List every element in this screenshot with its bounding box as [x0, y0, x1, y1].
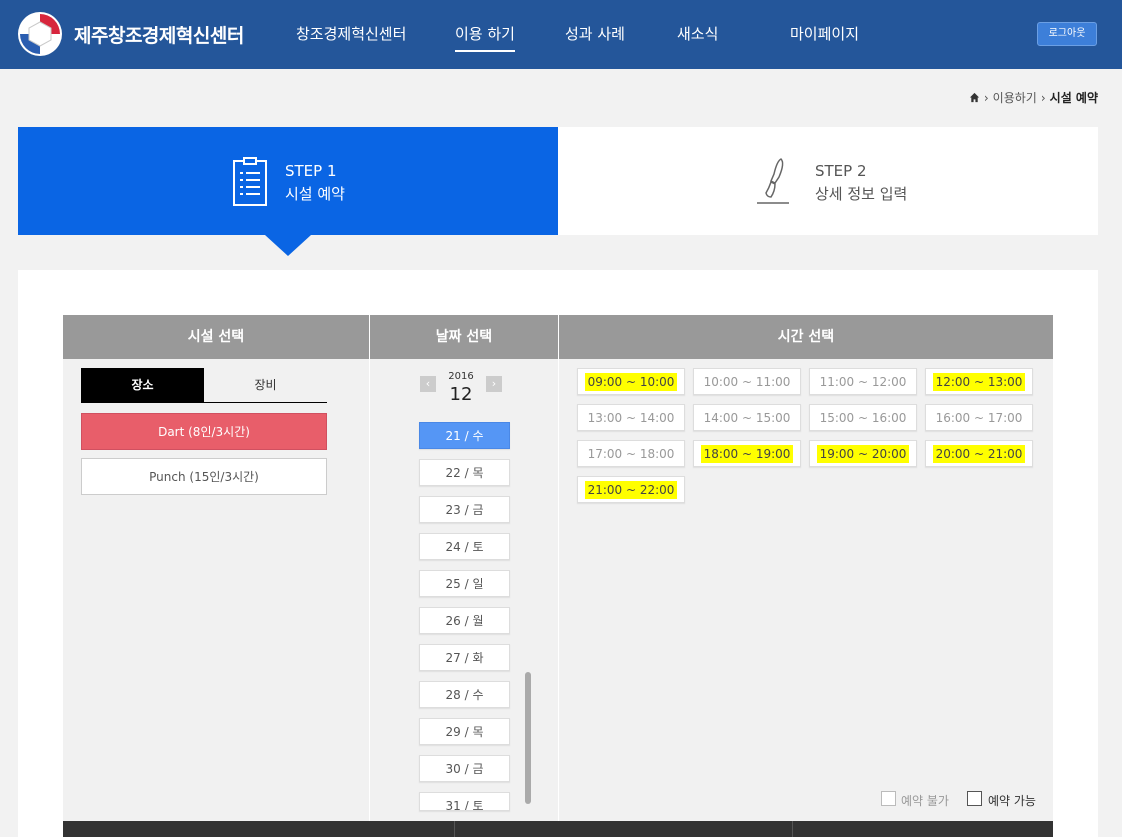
date-year: 2016: [448, 371, 474, 382]
date-item[interactable]: 28 / 수: [419, 681, 510, 708]
top-header: 제주창조경제혁신센터 창조경제혁신센터 이용 하기 성과 사례 새소식 마이페이…: [0, 0, 1122, 69]
date-item[interactable]: 25 / 일: [419, 570, 510, 597]
step-1-panel: STEP 1 시설 예약: [18, 127, 558, 235]
time-slot-unavailable[interactable]: 16:00 ~ 17:00: [925, 404, 1033, 431]
step-1-number: STEP 1: [285, 162, 337, 180]
nav-news[interactable]: 새소식: [677, 23, 718, 44]
time-slot-unavailable[interactable]: 15:00 ~ 16:00: [809, 404, 917, 431]
facility-item-dart[interactable]: Dart (8인/3시간): [81, 413, 327, 450]
time-slot-unavailable[interactable]: 17:00 ~ 18:00: [577, 440, 685, 467]
legend-available-label: 예약 가능: [988, 794, 1036, 808]
date-item[interactable]: 21 / 수: [419, 422, 510, 449]
date-item[interactable]: 30 / 금: [419, 755, 510, 782]
date-item[interactable]: 26 / 월: [419, 607, 510, 634]
time-slot-unavailable[interactable]: 13:00 ~ 14:00: [577, 404, 685, 431]
time-slot-available[interactable]: 18:00 ~ 19:00: [693, 440, 801, 467]
tab-equipment[interactable]: 장비: [204, 368, 327, 403]
home-icon[interactable]: [969, 92, 980, 103]
step-2-number: STEP 2: [815, 162, 867, 180]
breadcrumb-current: 시설 예약: [1049, 91, 1098, 105]
chevron-right-icon: ›: [1040, 90, 1046, 105]
date-item[interactable]: 24 / 토: [419, 533, 510, 560]
footer-divider: [792, 821, 793, 837]
next-month-icon[interactable]: ›: [486, 376, 502, 392]
legend-unavailable-label: 예약 불가: [901, 794, 949, 808]
clipboard-icon: [233, 157, 267, 206]
breadcrumb-parent[interactable]: 이용하기: [993, 89, 1037, 106]
column-divider: [369, 315, 370, 821]
date-column-header: 날짜 선택: [370, 315, 558, 359]
nav-mypage[interactable]: 마이페이지: [790, 23, 859, 44]
prev-month-icon[interactable]: ‹: [420, 376, 436, 392]
time-slot-available[interactable]: 21:00 ~ 22:00: [577, 476, 685, 503]
nav-center[interactable]: 창조경제혁신센터: [296, 23, 406, 44]
footer-divider: [454, 821, 455, 837]
facility-column-header: 시설 선택: [63, 315, 369, 359]
paintbrush-icon: [757, 158, 789, 204]
date-item[interactable]: 31 / 토: [419, 792, 510, 811]
time-slot-unavailable[interactable]: 11:00 ~ 12:00: [809, 368, 917, 395]
date-item[interactable]: 29 / 목: [419, 718, 510, 745]
facility-item-punch[interactable]: Punch (15인/3시간): [81, 458, 327, 495]
nav-usage[interactable]: 이용 하기: [455, 23, 515, 52]
step-2-panel: STEP 2 상세 정보 입력: [558, 127, 1098, 235]
time-slot-available[interactable]: 12:00 ~ 13:00: [925, 368, 1033, 395]
time-slot-available[interactable]: 20:00 ~ 21:00: [925, 440, 1033, 467]
step-indicator-arrow: [265, 235, 311, 256]
time-slot-available[interactable]: 09:00 ~ 10:00: [577, 368, 685, 395]
logo-icon[interactable]: [16, 10, 64, 58]
time-slot-unavailable[interactable]: 10:00 ~ 11:00: [693, 368, 801, 395]
step-2-title: 상세 정보 입력: [815, 185, 908, 203]
legend-available-box: [967, 791, 982, 806]
column-divider: [558, 315, 559, 821]
tab-place[interactable]: 장소: [81, 368, 204, 403]
time-slot-unavailable[interactable]: 14:00 ~ 15:00: [693, 404, 801, 431]
nav-cases[interactable]: 성과 사례: [565, 23, 625, 44]
time-slot-available[interactable]: 19:00 ~ 20:00: [809, 440, 917, 467]
date-item[interactable]: 23 / 금: [419, 496, 510, 523]
date-scrollbar[interactable]: [525, 672, 531, 804]
breadcrumb: › 이용하기 › 시설 예약: [969, 89, 1098, 106]
date-month: 12: [449, 384, 473, 405]
time-column-header: 시간 선택: [559, 315, 1053, 359]
footer-bar: [63, 821, 1053, 837]
chevron-right-icon: ›: [983, 90, 989, 105]
date-item[interactable]: 22 / 목: [419, 459, 510, 486]
legend-unavailable-box: [881, 791, 896, 806]
date-item[interactable]: 27 / 화: [419, 644, 510, 671]
logout-button[interactable]: 로그아웃: [1037, 22, 1097, 46]
logo-text[interactable]: 제주창조경제혁신센터: [74, 21, 244, 48]
step-1-title: 시설 예약: [285, 185, 345, 203]
